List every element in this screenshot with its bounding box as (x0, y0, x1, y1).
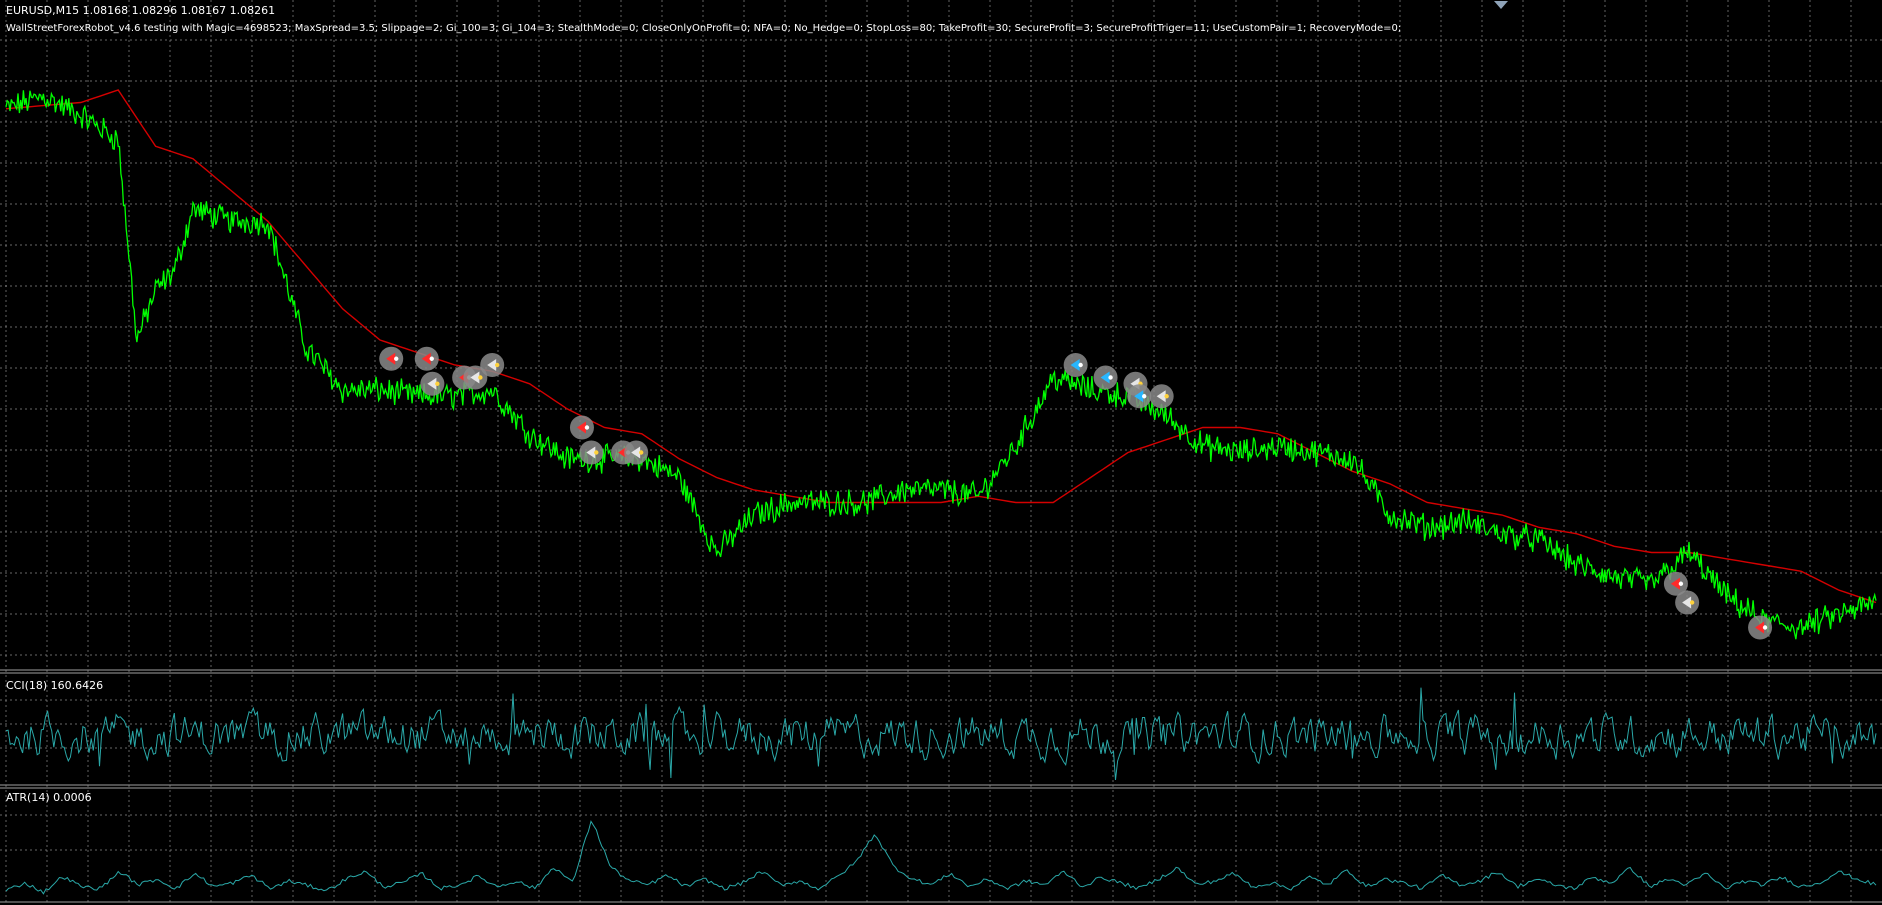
atr-title: ATR(14) 0.0006 (6, 791, 92, 804)
trade-marker-sell (414, 346, 439, 371)
trade-marker-buy (1063, 353, 1088, 377)
ea-info-line: WallStreetForexRobot_v4.6 testing with M… (6, 23, 1401, 34)
trade-marker-buy (1127, 384, 1152, 409)
trade-marker-close (1675, 590, 1700, 615)
chart-canvas[interactable]: EURUSD,M15 1.08168 1.08296 1.08167 1.082… (0, 0, 1882, 905)
trade-marker-buy (1093, 365, 1118, 390)
trade-marker-close (420, 371, 445, 396)
trade-marker-close (1149, 384, 1174, 409)
trade-marker-sell (379, 346, 404, 371)
trade-marker-close (624, 440, 649, 465)
trade-marker-sell (1748, 615, 1773, 640)
trade-marker-close (480, 353, 505, 377)
symbol-title: EURUSD,M15 1.08168 1.08296 1.08167 1.082… (6, 4, 275, 17)
cci-title: CCI(18) 160.6426 (6, 679, 103, 692)
chart-background (0, 0, 1882, 905)
trade-marker-sell (569, 415, 594, 440)
trade-marker-close (579, 440, 604, 465)
